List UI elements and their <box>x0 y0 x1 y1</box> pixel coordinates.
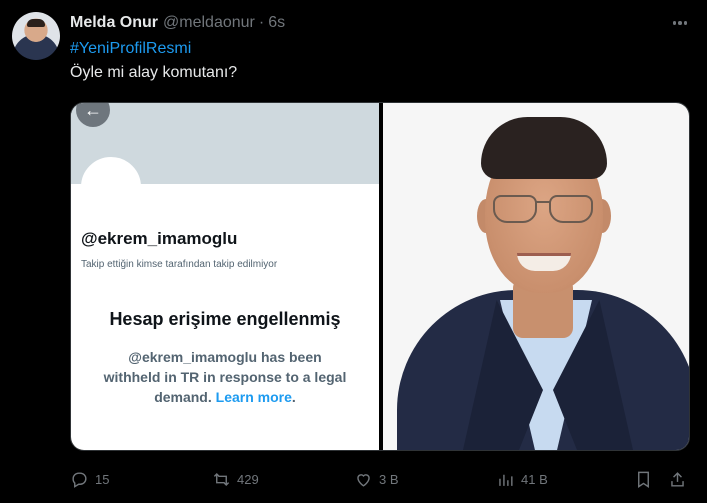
repost-icon <box>213 472 230 486</box>
tweet-header: Melda Onur @meldaonur · 6s <box>70 12 691 34</box>
bookmark-button[interactable] <box>634 468 653 490</box>
withheld-description: @ekrem_imamoglu has been withheld in TR … <box>103 349 347 405</box>
hashtag-link[interactable]: #YeniProfilResmi <box>70 38 691 60</box>
learn-more-link: Learn more <box>215 389 292 405</box>
reply-icon <box>72 471 87 488</box>
author-avatar[interactable] <box>12 12 60 60</box>
repost-button[interactable]: 429 <box>212 468 259 490</box>
more-icon[interactable] <box>669 12 691 34</box>
withheld-title: Hesap erişime engellenmiş <box>109 309 341 329</box>
portrait-photo[interactable] <box>383 103 689 450</box>
views-count: 41 B <box>521 471 548 487</box>
repost-count: 429 <box>237 471 259 487</box>
author-handle[interactable]: @meldaonur <box>163 14 255 32</box>
reply-count: 15 <box>95 471 110 487</box>
tweet-text: Öyle mi alay komutanı? <box>70 64 238 81</box>
tweet-actions: 15 429 3 B 41 B <box>70 468 690 490</box>
separator: · <box>258 14 265 31</box>
bookmark-icon <box>638 471 649 488</box>
tweet: Melda Onur @meldaonur · 6s #YeniProfilRe… <box>70 12 691 84</box>
like-count: 3 B <box>379 471 399 487</box>
account-handle: @ekrem_imamoglu <box>81 229 238 248</box>
views-icon <box>499 474 513 486</box>
views-button[interactable]: 41 B <box>496 468 548 490</box>
like-button[interactable]: 3 B <box>354 468 399 490</box>
tweet-media[interactable]: ← @ekrem_imamoglu Takip ettiğin kimse ta… <box>70 102 690 451</box>
reply-button[interactable]: 15 <box>70 468 109 490</box>
follow-note: Takip ettiğin kimse tarafından takip edi… <box>81 259 278 270</box>
withheld-account-screenshot[interactable]: ← @ekrem_imamoglu Takip ettiğin kimse ta… <box>71 103 379 450</box>
share-icon <box>671 471 684 487</box>
author-name[interactable]: Melda Onur <box>70 14 158 32</box>
share-button[interactable] <box>668 468 687 490</box>
like-icon <box>357 473 370 487</box>
tweet-time[interactable]: 6s <box>268 14 285 32</box>
